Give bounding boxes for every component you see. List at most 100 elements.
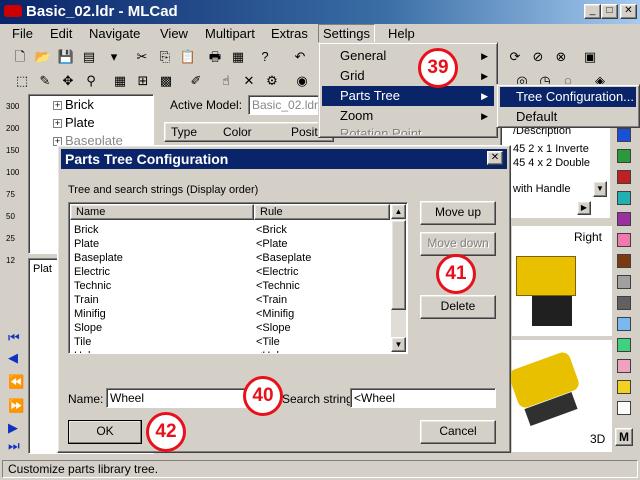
last-step-icon[interactable]: ⏭ (8, 438, 20, 454)
color-swatch[interactable] (617, 401, 631, 415)
list-item[interactable]: Technic <Technic (74, 279, 394, 293)
delete-icon[interactable]: ✕ (239, 71, 259, 91)
menu-help[interactable]: Help (386, 26, 417, 41)
cut-icon[interactable]: ✂ (132, 47, 152, 67)
ok-button[interactable]: OK (68, 420, 142, 444)
first-step-icon[interactable]: ⏮ (8, 330, 20, 346)
color-swatch[interactable] (617, 338, 631, 352)
list-scrollbar[interactable]: ▲ ▼ (391, 204, 406, 352)
pencil-icon[interactable]: ✐ (186, 71, 206, 91)
move-icon[interactable]: ✥ (58, 71, 78, 91)
cancel-button[interactable]: Cancel (420, 420, 496, 444)
menu-item-general[interactable]: General ▶ (322, 46, 494, 66)
preview-icon[interactable]: ▦ (228, 47, 248, 67)
zoom-25[interactable]: 25 (6, 234, 15, 243)
tree-item-brick[interactable]: Brick (65, 97, 94, 112)
col-rule-header[interactable]: Rule (254, 204, 390, 220)
menu-file[interactable]: File (10, 26, 35, 41)
color-swatch[interactable] (617, 170, 631, 184)
menu-extras[interactable]: Extras (269, 26, 310, 41)
color-swatch[interactable] (617, 254, 631, 268)
magnify-icon[interactable]: ⚲ (81, 71, 101, 91)
scroll-thumb[interactable] (391, 220, 406, 310)
active-model-field[interactable]: Basic_02.ldr (248, 95, 328, 115)
more-colors-button[interactable]: M (615, 428, 633, 446)
scroll-up-icon[interactable]: ▲ (391, 204, 406, 219)
delete-button[interactable]: Delete (420, 295, 496, 319)
menu-edit[interactable]: Edit (48, 26, 74, 41)
new-icon[interactable]: 🗋 (10, 47, 30, 67)
undo-icon[interactable]: ↶ (290, 47, 310, 67)
parts-list-row[interactable]: 45 4 x 2 Double (513, 157, 590, 169)
list-item[interactable]: Tile <Tile (74, 335, 394, 349)
zoom-50[interactable]: 50 (6, 212, 15, 221)
no-rotate-icon[interactable]: ⊗ (551, 47, 571, 67)
rewind-icon[interactable]: ⏪ (8, 374, 24, 390)
menu-view[interactable]: View (158, 26, 190, 41)
close-button[interactable]: ✕ (620, 4, 637, 19)
zoom-300[interactable]: 300 (6, 102, 19, 111)
maximize-button[interactable]: □ (601, 4, 618, 19)
menu-multipart[interactable]: Multipart (203, 26, 257, 41)
open-icon[interactable]: 📂 (33, 47, 53, 67)
col-name-header[interactable]: Name (70, 204, 254, 220)
col-position[interactable]: Positi (291, 125, 320, 139)
paste-icon[interactable]: 📋 (178, 47, 198, 67)
color-swatch[interactable] (617, 359, 631, 373)
list-item[interactable]: Helper <Helper (74, 349, 394, 353)
save-icon[interactable]: 💾 (56, 47, 76, 67)
name-input[interactable]: Wheel (106, 388, 252, 408)
color-swatch[interactable] (617, 380, 631, 394)
list-item[interactable]: Minifig <Minifig (74, 307, 394, 321)
list-item[interactable]: Plate <Plate (74, 237, 394, 251)
menu-item-rotation-point[interactable]: Rotation Point (322, 125, 494, 135)
color-swatch[interactable] (617, 296, 631, 310)
menu-navigate[interactable]: Navigate (87, 26, 142, 41)
menu-item-zoom[interactable]: Zoom ▶ (322, 106, 494, 126)
grid-fine-icon[interactable]: ▩ (156, 71, 176, 91)
dialog-close-button[interactable]: ✕ (487, 151, 503, 165)
color-swatch[interactable] (617, 275, 631, 289)
move-down-button[interactable]: Move down (420, 232, 496, 256)
next-step-icon[interactable]: ▶ (8, 420, 18, 436)
scroll-down-icon[interactable]: ▼ (593, 181, 607, 197)
zoom-150[interactable]: 150 (6, 146, 19, 155)
grid-medium-icon[interactable]: ⊞ (133, 71, 153, 91)
color-swatch[interactable] (617, 128, 631, 142)
globe-icon[interactable]: ◉ (292, 71, 312, 91)
zoom-200[interactable]: 200 (6, 124, 19, 133)
menu-settings[interactable]: Settings (318, 24, 375, 43)
zoom-75[interactable]: 75 (6, 190, 15, 199)
color-swatch[interactable] (617, 233, 631, 247)
scroll-right-icon[interactable]: ▶ (577, 201, 591, 215)
parts-list-row[interactable]: with Handle (513, 183, 570, 195)
color-swatch[interactable] (617, 191, 631, 205)
select-icon[interactable]: ⬚ (12, 71, 32, 91)
zoom-12[interactable]: 12 (6, 256, 15, 265)
parts-list-row[interactable]: 45 2 x 1 Inverte (513, 143, 589, 155)
hand-icon[interactable]: ☝ (216, 71, 236, 91)
edit-icon[interactable]: ✎ (35, 71, 55, 91)
col-color[interactable]: Color (223, 125, 252, 139)
list-item[interactable]: Electric <Electric (74, 265, 394, 279)
list-item[interactable]: Brick <Brick (74, 223, 394, 237)
render-icon[interactable]: ▣ (580, 47, 600, 67)
forward-icon[interactable]: ⏩ (8, 398, 24, 414)
menu-item-parts-tree[interactable]: Parts Tree ▶ (322, 86, 494, 106)
menu-item-grid[interactable]: Grid ▶ (322, 66, 494, 86)
rotate-icon[interactable]: ⟳ (505, 47, 525, 67)
list-item[interactable]: Train <Train (74, 293, 394, 307)
help-icon[interactable]: ? (255, 47, 275, 67)
color-swatch[interactable] (617, 149, 631, 163)
list-item[interactable]: Baseplate <Baseplate (74, 251, 394, 265)
minimize-button[interactable]: _ (584, 4, 601, 19)
zoom-100[interactable]: 100 (6, 168, 19, 177)
col-type[interactable]: Type (171, 125, 197, 139)
menu-item-default[interactable]: Default (500, 107, 636, 127)
expand-icon[interactable]: + (53, 101, 62, 110)
save-as-icon[interactable]: ▤ (79, 47, 99, 67)
grid-coarse-icon[interactable]: ▦ (110, 71, 130, 91)
copy-icon[interactable]: ⎘ (155, 47, 175, 67)
scroll-down-icon[interactable]: ▼ (391, 337, 406, 352)
color-swatch[interactable] (617, 212, 631, 226)
